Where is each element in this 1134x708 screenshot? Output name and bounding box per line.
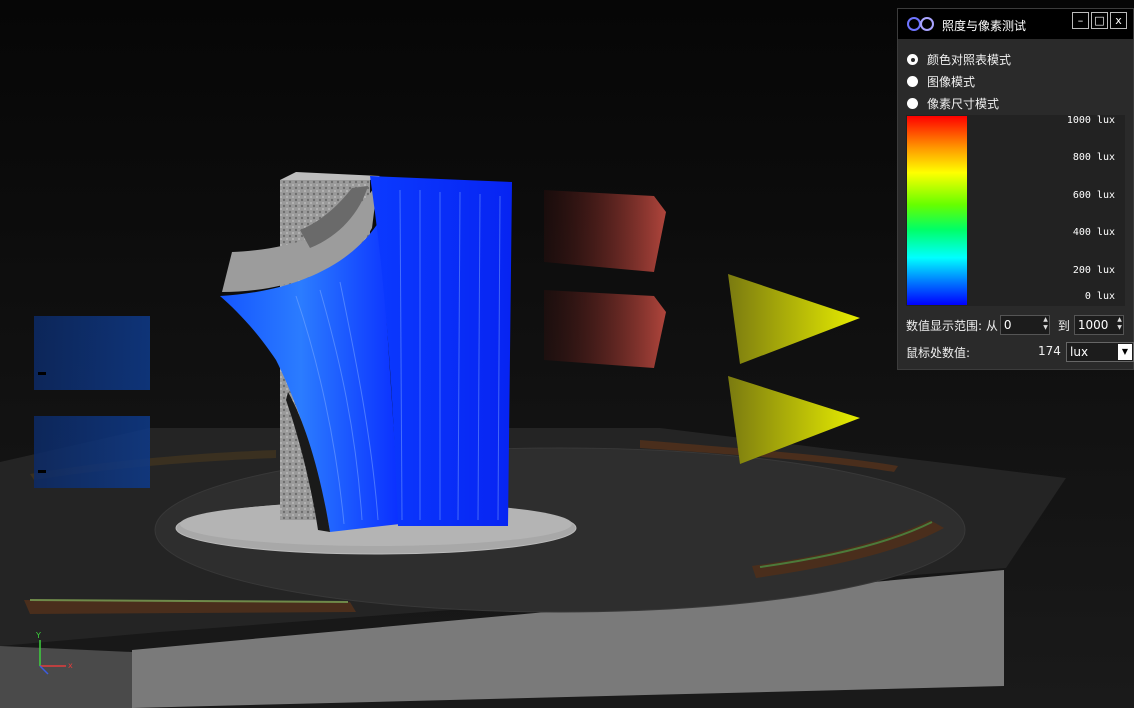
close-button[interactable]: x — [1110, 12, 1127, 29]
mouse-value: 174 — [1038, 344, 1061, 358]
range-to-value: 1000 — [1077, 318, 1109, 332]
legend-tick: 1000 lux — [1066, 115, 1115, 126]
platform-left-side — [0, 646, 132, 708]
spin-arrows-icon[interactable]: ▲ ▼ — [1043, 316, 1048, 332]
unit-value: lux — [1070, 345, 1089, 359]
radio-indicator-selected[interactable] — [907, 54, 918, 65]
chevron-down-icon[interactable]: ▼ — [1118, 344, 1132, 360]
range-from-value: 0 — [1003, 318, 1012, 332]
legend-tick: 0 lux — [1084, 291, 1115, 302]
red-panel-lower — [544, 290, 666, 368]
app-logo-icon — [907, 17, 934, 31]
mode-pixel-size[interactable]: 像素尺寸模式 — [907, 95, 999, 112]
spin-arrows-icon[interactable]: ▲ ▼ — [1117, 316, 1122, 332]
range-to-input[interactable]: 1000 ▲ ▼ — [1073, 315, 1124, 335]
light-panel-left-lower — [34, 416, 150, 488]
minimize-button[interactable]: – — [1072, 12, 1089, 29]
illuminance-test-panel: 照度与像素测试 – □ x 颜色对照表模式 图像模式 像素尺寸模式 1000 l… — [897, 8, 1134, 370]
legend-tick: 400 lux — [1072, 227, 1115, 238]
range-label: 数值显示范围: 从 — [906, 318, 998, 333]
light-panel-left-upper — [34, 316, 150, 390]
display-range-row: 数值显示范围: 从 0 ▲ ▼ 到 1000 ▲ ▼ — [906, 315, 1124, 335]
radio-indicator[interactable] — [907, 98, 918, 109]
mouse-value-label: 鼠标处数值: — [906, 346, 971, 360]
red-panel-upper — [544, 190, 666, 272]
mode-label: 图像模式 — [927, 75, 976, 89]
mode-label: 颜色对照表模式 — [927, 53, 1012, 67]
unit-select[interactable]: lux ▼ — [1066, 342, 1134, 362]
window-controls: – □ x — [1072, 12, 1127, 29]
legend-tick: 200 lux — [1072, 265, 1115, 276]
radio-indicator[interactable] — [907, 76, 918, 87]
panel-title: 照度与像素测试 — [942, 19, 1027, 33]
color-gradient-bar — [907, 116, 967, 305]
axis-label-y: Y — [35, 631, 41, 640]
mouse-value-row: 鼠标处数值: 174 lux ▼ — [906, 342, 1134, 362]
panel-titlebar[interactable]: 照度与像素测试 – □ x — [898, 9, 1133, 39]
legend-tick: 800 lux — [1072, 152, 1115, 163]
mode-color-table[interactable]: 颜色对照表模式 — [907, 51, 1011, 68]
color-legend: 1000 lux 800 lux 600 lux 400 lux 200 lux… — [906, 115, 1125, 306]
range-to-label: 到 — [1057, 318, 1070, 333]
mode-image[interactable]: 图像模式 — [907, 73, 975, 90]
legend-tick: 600 lux — [1072, 190, 1115, 201]
mode-label: 像素尺寸模式 — [927, 97, 1000, 111]
maximize-button[interactable]: □ — [1091, 12, 1108, 29]
axis-label-x: x — [68, 661, 73, 670]
range-from-input[interactable]: 0 ▲ ▼ — [999, 315, 1050, 335]
